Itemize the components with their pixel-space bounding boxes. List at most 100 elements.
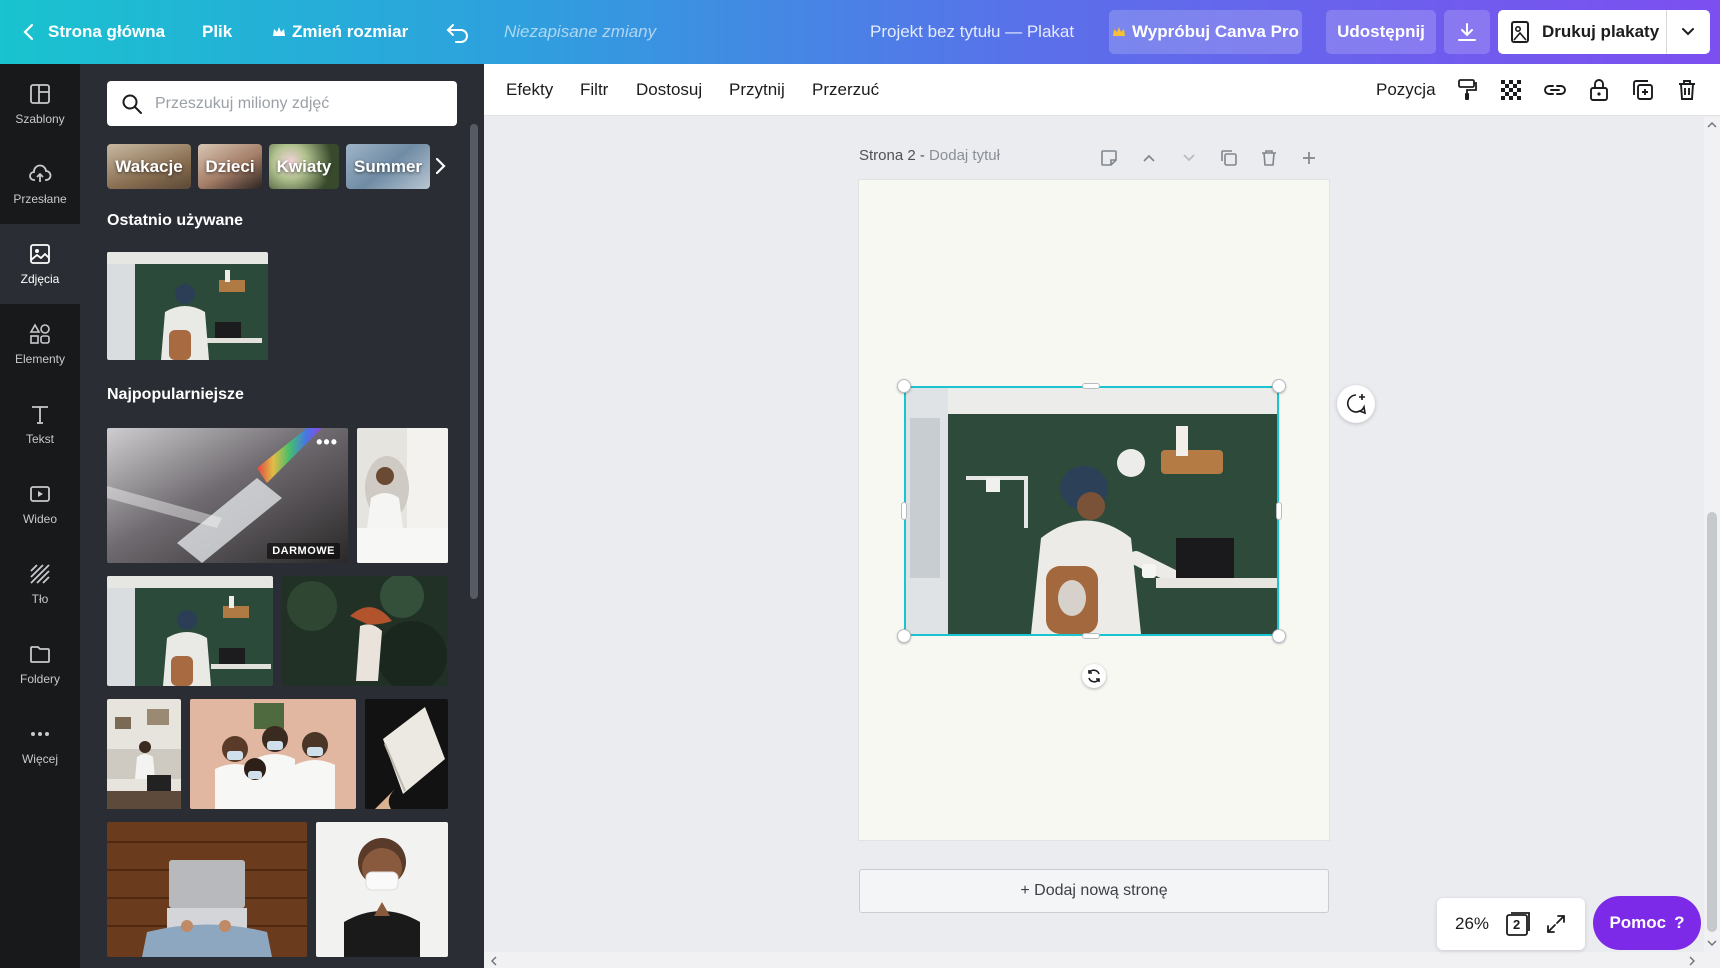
photo-woman-mask[interactable] xyxy=(316,822,448,957)
page-up-icon[interactable] xyxy=(1138,147,1160,169)
popular-title: Najpopularniejsze xyxy=(107,386,244,403)
page-header: Strona 2 - Dodaj tytuł xyxy=(859,147,1000,164)
rail-item-templates[interactable]: Szablony xyxy=(0,64,80,144)
chip-label: Summer xyxy=(353,156,423,176)
rail-label: Tło xyxy=(31,592,49,606)
canvas-vertical-scrollbar[interactable] xyxy=(1704,117,1720,952)
print-posters-button[interactable]: Drukuj plakaty xyxy=(1498,10,1710,54)
add-comment-button[interactable] xyxy=(1337,385,1375,423)
selected-photo[interactable] xyxy=(904,386,1279,636)
chevron-right-icon[interactable] xyxy=(428,154,452,178)
home-link[interactable]: Strona główna xyxy=(22,0,165,64)
chip-dzieci[interactable]: Dzieci xyxy=(198,144,262,189)
download-button[interactable] xyxy=(1444,10,1490,54)
transparency-icon[interactable] xyxy=(1498,77,1524,103)
resize-button[interactable]: Zmień rozmiar xyxy=(272,0,408,64)
page-count-button[interactable]: 2 xyxy=(1505,911,1531,937)
rail-item-uploads[interactable]: Przesłane xyxy=(0,144,80,224)
scroll-right-icon[interactable] xyxy=(1688,956,1696,966)
add-page-button[interactable]: + Dodaj nową stronę xyxy=(859,869,1329,913)
scroll-up-icon[interactable] xyxy=(1707,121,1717,129)
rail-item-photos[interactable]: Zdjęcia xyxy=(0,224,80,304)
photo-book[interactable] xyxy=(365,699,448,809)
chip-label: Wakacje xyxy=(115,156,183,176)
recent-photo-office[interactable] xyxy=(107,252,268,360)
photo-prism[interactable]: ••• DARMOWE xyxy=(107,428,348,563)
page-title-input[interactable]: Dodaj tytuł xyxy=(929,147,1000,164)
photo-office-man[interactable] xyxy=(107,576,273,686)
share-button[interactable]: Udostępnij xyxy=(1326,10,1436,54)
resize-handle-top[interactable] xyxy=(1082,383,1100,389)
masked-group-image xyxy=(190,699,356,809)
photo-laptop-floor[interactable] xyxy=(107,822,307,957)
help-label: Pomoc xyxy=(1609,913,1667,932)
rail-label: Zdjęcia xyxy=(20,272,60,286)
page-duplicate-icon[interactable] xyxy=(1218,147,1240,169)
search-input[interactable] xyxy=(155,94,445,113)
trash-icon[interactable] xyxy=(1674,77,1700,103)
rail-item-text[interactable]: Tekst xyxy=(0,384,80,464)
photo-woman-forest[interactable] xyxy=(282,576,448,686)
try-pro-button[interactable]: Wypróbuj Canva Pro xyxy=(1109,10,1302,54)
book-image xyxy=(365,699,448,809)
undo-button[interactable] xyxy=(446,0,470,64)
position-button[interactable]: Pozycja xyxy=(1376,64,1436,116)
woman-mask-image xyxy=(316,822,448,957)
duplicate-icon[interactable] xyxy=(1630,77,1656,103)
more-options-icon[interactable]: ••• xyxy=(316,432,338,453)
adjust-button[interactable]: Dostosuj xyxy=(636,64,702,116)
resize-handle-top-left[interactable] xyxy=(897,379,911,393)
filter-button[interactable]: Filtr xyxy=(580,64,608,116)
paint-roller-icon[interactable] xyxy=(1454,77,1480,103)
scroll-left-icon[interactable] xyxy=(490,956,498,966)
rail-label: Wideo xyxy=(22,512,57,526)
help-button[interactable]: Pomoc ? xyxy=(1593,896,1701,950)
file-menu[interactable]: Plik xyxy=(202,0,232,64)
woman-forest-image xyxy=(282,576,448,686)
effects-button[interactable]: Efekty xyxy=(506,64,553,116)
zoom-level[interactable]: 26% xyxy=(1455,914,1489,934)
rail-item-background[interactable]: Tło xyxy=(0,544,80,624)
panel-scrollbar[interactable] xyxy=(470,124,478,599)
canvas-horizontal-scrollbar[interactable] xyxy=(484,952,1720,968)
fullscreen-icon[interactable] xyxy=(1545,913,1567,935)
page-add-icon[interactable] xyxy=(1298,147,1320,169)
page-delete-icon[interactable] xyxy=(1258,147,1280,169)
photo-masked-group[interactable] xyxy=(190,699,356,809)
resize-handle-bottom-left[interactable] xyxy=(897,629,911,643)
vertical-scroll-thumb[interactable] xyxy=(1707,512,1717,932)
crop-button[interactable]: Przytnij xyxy=(729,64,785,116)
resize-handle-top-right[interactable] xyxy=(1272,379,1286,393)
rail-item-elements[interactable]: Elementy xyxy=(0,304,80,384)
chevron-left-icon xyxy=(23,23,34,41)
chip-summer[interactable]: Summer xyxy=(346,144,430,189)
photo-living-room[interactable] xyxy=(107,699,181,809)
comment-add-icon xyxy=(1347,394,1367,415)
video-icon xyxy=(30,486,50,502)
page-notes-icon[interactable] xyxy=(1098,147,1120,169)
chip-wakacje[interactable]: Wakacje xyxy=(107,144,191,189)
resize-handle-bottom[interactable] xyxy=(1082,633,1100,639)
lock-icon[interactable] xyxy=(1586,77,1612,103)
scroll-down-icon[interactable] xyxy=(1707,939,1717,947)
resize-handle-right[interactable] xyxy=(1276,502,1282,520)
photo-woman-mirror[interactable] xyxy=(357,428,448,563)
rail-item-folders[interactable]: Foldery xyxy=(0,624,80,704)
search-box[interactable] xyxy=(107,81,457,126)
link-icon[interactable] xyxy=(1542,77,1568,103)
resize-handle-left[interactable] xyxy=(901,502,907,520)
resize-handle-bottom-right[interactable] xyxy=(1272,629,1286,643)
rotate-handle[interactable] xyxy=(1082,664,1106,688)
chevron-down-icon[interactable] xyxy=(1680,26,1696,38)
rail-item-more[interactable]: Więcej xyxy=(0,704,80,784)
more-icon xyxy=(31,732,49,736)
page-down-icon[interactable] xyxy=(1178,147,1200,169)
unsaved-status: Niezapisane zmiany xyxy=(504,22,657,41)
rotate-icon xyxy=(1088,669,1100,683)
chip-kwiaty[interactable]: Kwiaty xyxy=(269,144,339,189)
flip-button[interactable]: Przerzuć xyxy=(812,64,879,116)
rail-item-video[interactable]: Wideo xyxy=(0,464,80,544)
editor-toolbar: Efekty Filtr Dostosuj Przytnij Przerzuć … xyxy=(484,64,1720,116)
project-title[interactable]: Projekt bez tytułu — Plakat xyxy=(870,0,1074,64)
page-number-label: Strona 2 - xyxy=(859,147,930,164)
